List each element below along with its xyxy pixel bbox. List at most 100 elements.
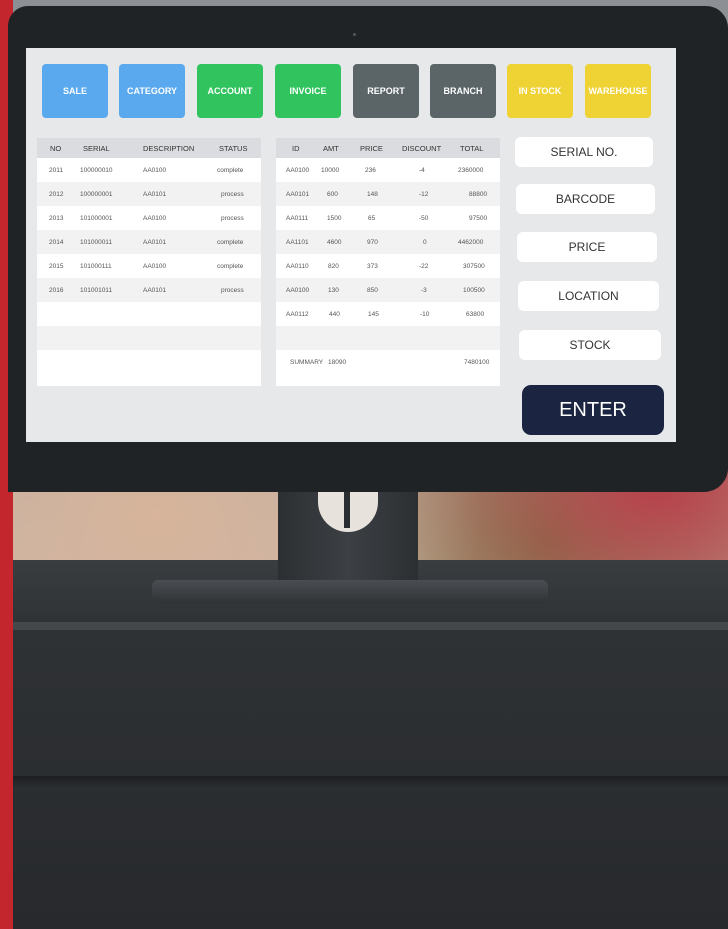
cell-id: AA0110 [286, 263, 309, 270]
cell-amt: 600 [327, 191, 338, 198]
cell-amt: 4600 [327, 239, 342, 246]
cell-price: 373 [367, 263, 378, 270]
column-header-description: DESCRIPTION [143, 144, 195, 153]
orders-table-header: NO SERIAL DESCRIPTION STATUS [37, 138, 261, 158]
barcode-field[interactable]: BARCODE [516, 184, 655, 214]
cell-no: 2014 [49, 239, 64, 246]
cell-price: 970 [367, 239, 378, 246]
table-row[interactable]: 2015 101000111 AA0100 complete [37, 254, 261, 278]
cell-id: AA0101 [286, 191, 310, 198]
cell-status: process [221, 287, 244, 294]
enter-button[interactable]: ENTER [522, 385, 664, 435]
nav-button-branch[interactable]: BRANCH [430, 64, 496, 118]
table-row[interactable]: 2014 101000011 AA0101 complete [37, 230, 261, 254]
cell-status: complete [217, 263, 244, 270]
table-row[interactable]: AA0112 440 145 -10 63800 [276, 302, 500, 326]
cell-amt: 820 [328, 263, 339, 270]
cell-no: 2013 [49, 215, 64, 222]
cell-serial: 101000001 [80, 215, 113, 222]
cell-no: 2015 [49, 263, 64, 270]
table-row-empty [37, 302, 261, 326]
cell-no: 2016 [49, 287, 64, 294]
table-row[interactable]: 2013 101000001 AA0100 process [37, 206, 261, 230]
cell-discount: -50 [419, 215, 429, 222]
cell-serial: 100000010 [80, 167, 113, 174]
cell-total: 4462000 [458, 239, 484, 246]
cell-discount: -22 [419, 263, 429, 270]
column-header-serial: SERIAL [83, 144, 110, 153]
cell-description: AA0101 [143, 239, 167, 246]
cell-price: 236 [365, 167, 376, 174]
table-row[interactable]: AA0101 600 148 -12 88800 [276, 182, 500, 206]
column-header-no: NO [50, 144, 62, 153]
column-header-amt: AMT [323, 144, 339, 153]
cell-id: AA0100 [286, 167, 310, 174]
cell-discount: 0 [423, 239, 427, 246]
cell-status: process [221, 215, 244, 222]
price-field[interactable]: PRICE [517, 232, 657, 262]
pos-screen: SALE CATEGORY ACCOUNT INVOICE REPORT BRA… [26, 48, 676, 442]
summary-label: SUMMARY [290, 359, 324, 366]
nav-button-report[interactable]: REPORT [353, 64, 419, 118]
table-row[interactable]: AA0100 10000 236 -4 2360000 [276, 158, 500, 182]
serial-no-field[interactable]: SERIAL NO. [515, 137, 653, 167]
nav-button-sale[interactable]: SALE [42, 64, 108, 118]
column-header-total: TOTAL [460, 144, 484, 153]
cell-total: 97500 [469, 215, 488, 222]
stand-cable-slot [344, 492, 350, 528]
camera-icon [353, 33, 356, 36]
column-header-id: ID [292, 144, 300, 153]
cell-total: 2360000 [458, 167, 484, 174]
table-row-empty [37, 326, 261, 350]
table-row[interactable]: AA0110 820 373 -22 307500 [276, 254, 500, 278]
location-field[interactable]: LOCATION [518, 281, 659, 311]
cell-total: 307500 [463, 263, 485, 270]
nav-button-account[interactable]: ACCOUNT [197, 64, 263, 118]
summary-total: 7480100 [464, 359, 490, 366]
cell-total: 100500 [463, 287, 485, 294]
nav-button-in-stock[interactable]: IN STOCK [507, 64, 573, 118]
cell-id: AA0112 [286, 311, 309, 318]
stock-field[interactable]: STOCK [519, 330, 661, 360]
orders-table: NO SERIAL DESCRIPTION STATUS 2011 100000… [37, 138, 261, 386]
nav-button-category[interactable]: CATEGORY [119, 64, 185, 118]
cell-discount: -4 [419, 167, 425, 174]
cell-price: 145 [368, 311, 379, 318]
nav-button-invoice[interactable]: INVOICE [275, 64, 341, 118]
cell-no: 2011 [49, 167, 63, 174]
column-header-discount: DISCOUNT [402, 144, 442, 153]
table-row[interactable]: AA1101 4600 970 0 4462000 [276, 230, 500, 254]
cell-serial: 100000001 [80, 191, 113, 198]
cell-serial: 101000011 [80, 239, 113, 246]
table-row[interactable]: 2012 100000001 AA0101 process [37, 182, 261, 206]
cell-id: AA0111 [286, 215, 309, 222]
table-row[interactable]: 2016 101001011 AA0101 process [37, 278, 261, 302]
table-row[interactable]: AA0111 1500 65 -50 97500 [276, 206, 500, 230]
cell-description: AA0101 [143, 287, 167, 294]
column-header-status: STATUS [219, 144, 248, 153]
column-header-price: PRICE [360, 144, 383, 153]
summary-amt: 18090 [328, 359, 347, 366]
table-row[interactable]: AA0100 130 850 -3 100500 [276, 278, 500, 302]
cell-price: 148 [367, 191, 378, 198]
desk-edge [13, 622, 728, 630]
cell-serial: 101001011 [80, 287, 113, 294]
cell-amt: 440 [329, 311, 340, 318]
monitor-stand-base [152, 580, 548, 604]
cell-description: AA0100 [143, 263, 167, 270]
table-row-empty [37, 350, 261, 374]
cell-status: complete [217, 239, 244, 246]
cell-total: 88800 [469, 191, 488, 198]
cell-id: AA1101 [286, 239, 309, 246]
cell-description: AA0100 [143, 167, 167, 174]
cell-price: 850 [367, 287, 378, 294]
cell-discount: -3 [421, 287, 427, 294]
summary-row: SUMMARY 18090 7480100 [276, 350, 500, 374]
table-row[interactable]: 2011 100000010 AA0100 complete [37, 158, 261, 182]
counter-desk [13, 560, 728, 929]
cell-discount: -12 [419, 191, 429, 198]
cell-price: 65 [368, 215, 376, 222]
nav-button-warehouse[interactable]: WAREHOUSE [585, 64, 651, 118]
cell-description: AA0100 [143, 215, 167, 222]
items-table: ID AMT PRICE DISCOUNT TOTAL AA0100 10000… [276, 138, 500, 386]
